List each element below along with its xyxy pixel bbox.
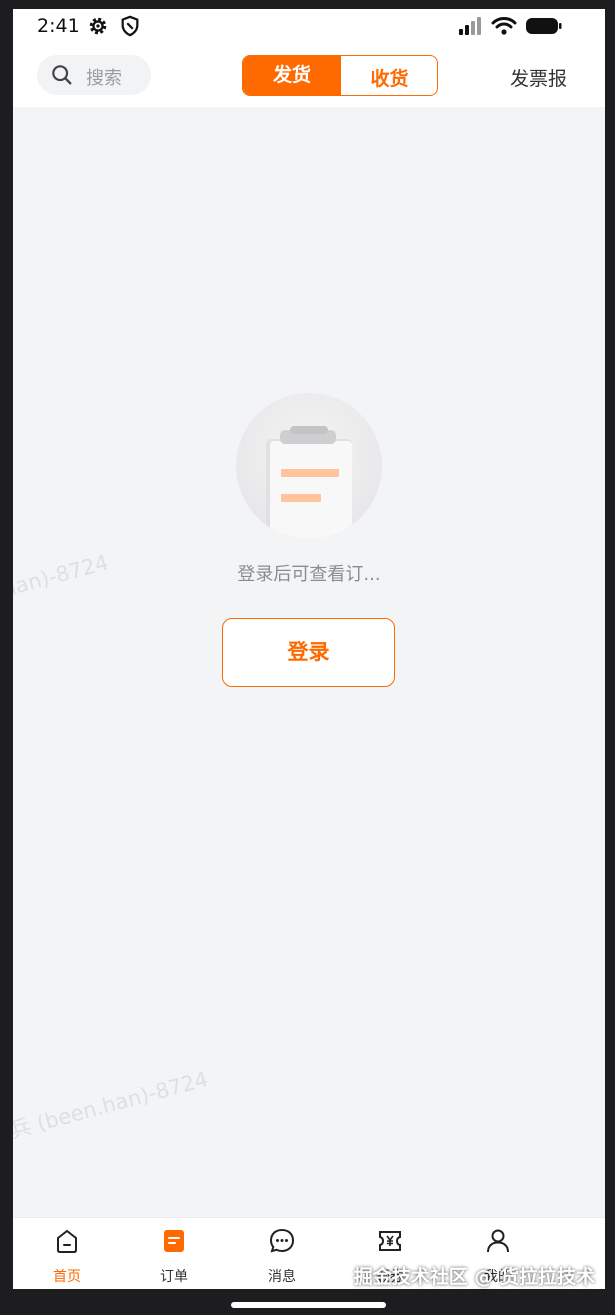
profile-icon: [487, 1229, 509, 1253]
tab-ship[interactable]: 发货: [243, 56, 341, 95]
home-icon: [57, 1229, 77, 1253]
tab-label: 消息: [268, 1269, 296, 1285]
message-icon: [269, 1228, 295, 1253]
source-watermark: 掘金技术社区 @ 货拉拉技术: [353, 1266, 595, 1288]
order-icon: [164, 1230, 184, 1252]
search-placeholder: 搜索: [86, 68, 122, 89]
invoice-link[interactable]: 发票报: [510, 64, 567, 91]
tab-home[interactable]: 首页: [27, 1218, 107, 1289]
top-header: 搜索 发货 收货 发票报: [13, 45, 605, 107]
gear-icon: [89, 17, 107, 35]
signal-icon: [459, 17, 481, 35]
shield-icon: [121, 15, 139, 37]
tab-label: 首页: [53, 1269, 81, 1285]
tab-label: 订单: [160, 1269, 188, 1285]
status-bar: 2:41: [13, 9, 605, 45]
wifi-icon: [491, 17, 517, 35]
empty-clipboard-illustration: [236, 393, 382, 539]
home-indicator[interactable]: [231, 1302, 386, 1308]
login-button[interactable]: 登录: [222, 618, 395, 687]
tab-orders[interactable]: 订单: [134, 1218, 214, 1289]
coupon-icon: [379, 1231, 401, 1251]
watermark-text: 兵 (been.han)-8724: [13, 1067, 211, 1143]
search-bar[interactable]: 搜索: [37, 55, 151, 95]
ship-receive-toggle: 发货 收货: [242, 55, 438, 96]
battery-icon: [526, 18, 562, 34]
tab-messages[interactable]: 消息: [242, 1218, 322, 1289]
status-time: 2:41: [37, 15, 80, 37]
search-icon: [52, 65, 72, 85]
empty-state-message: 登录后可查看订...: [237, 564, 381, 585]
app-screen: 2:41 搜索 发货 收货 发票报 han)-8724 兵 (been.han)…: [13, 9, 605, 1289]
tab-receive[interactable]: 收货: [341, 56, 437, 95]
